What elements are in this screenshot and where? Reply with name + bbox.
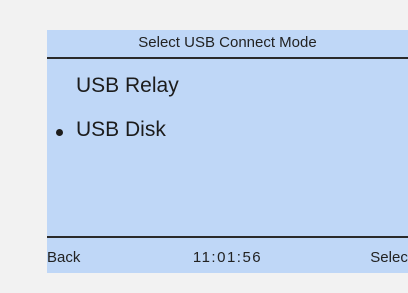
device-screen: Select USB Connect Mode USB Relay USB Di… xyxy=(47,30,408,273)
footer-divider xyxy=(47,236,408,238)
menu-item-label: USB Relay xyxy=(76,74,179,97)
selected-bullet-icon xyxy=(56,129,63,136)
screen-title: Select USB Connect Mode xyxy=(138,34,317,51)
menu-item-usb-disk[interactable]: USB Disk xyxy=(47,114,408,148)
title-divider xyxy=(47,57,408,59)
clock: 11:01:56 xyxy=(192,249,263,266)
menu-item-label: USB Disk xyxy=(76,118,166,141)
menu-item-usb-relay[interactable]: USB Relay xyxy=(47,70,408,104)
select-softkey[interactable]: Select xyxy=(370,249,408,266)
